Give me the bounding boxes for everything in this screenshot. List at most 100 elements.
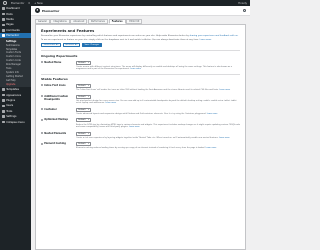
intro-paragraph-2: To use an experiment or feature on your … bbox=[41, 38, 212, 41]
ongoing-experiments-list: Nested Menu Default ▾ Create menus with dif… bbox=[41, 60, 240, 71]
feature-label: Additional Custom Breakpoints bbox=[41, 95, 73, 105]
pages-icon bbox=[2, 23, 5, 27]
page-title: Experiments and Features bbox=[41, 28, 95, 33]
feature-learn-more-link[interactable]: Learn more bbox=[105, 102, 116, 104]
feature-field: Default ▾ Create advanced layouts and resp… bbox=[76, 107, 240, 116]
feature-state-value: Default bbox=[78, 61, 86, 64]
feature-row-container: Container Default ▾ Create advanced layouts… bbox=[41, 107, 240, 116]
help-icon[interactable] bbox=[41, 131, 44, 135]
feature-name: Inline Font Icons bbox=[44, 83, 66, 87]
feature-name: Nested Menu bbox=[44, 60, 62, 64]
feature-description-text: The 'Inline Font Icons' will render the … bbox=[76, 89, 219, 92]
feature-learn-more-link[interactable]: Learn more bbox=[206, 147, 217, 149]
elementor-header: E Elementor bbox=[31, 6, 250, 16]
sidebar-item-label: Posts bbox=[6, 12, 13, 16]
admin-bar-new[interactable]: + New bbox=[34, 2, 43, 5]
bulk-actions: Deactivate All Activate All Save Changes bbox=[41, 43, 240, 48]
help-icon[interactable] bbox=[41, 94, 44, 98]
learn-more-link[interactable]: Learn more bbox=[200, 39, 212, 41]
collapse-menu-icon bbox=[2, 120, 5, 124]
divider bbox=[41, 50, 240, 51]
chevron-down-icon: ▾ bbox=[88, 143, 89, 146]
feature-state-select[interactable]: Default ▾ bbox=[76, 107, 91, 112]
feature-label: Inline Font Icons bbox=[41, 84, 73, 92]
help-icon[interactable] bbox=[41, 142, 44, 145]
divider bbox=[41, 73, 240, 75]
sidebar-item-label: Settings bbox=[6, 115, 17, 119]
feature-state-select[interactable]: Default ▾ bbox=[76, 60, 91, 65]
chevron-down-icon: ▾ bbox=[88, 119, 89, 122]
feature-field: Default ▾ Create menus with different cont… bbox=[76, 60, 240, 71]
admin-bar-site-name[interactable]: Elementor bbox=[11, 2, 24, 5]
stable-features-title: Stable Features bbox=[41, 77, 68, 82]
elementor-submenu: Settings Submissions Templates Custom Fonts… bbox=[0, 38, 31, 88]
feature-name: Optimized Markup bbox=[44, 118, 68, 122]
feature-label: Nested Menu bbox=[41, 61, 73, 71]
feature-description: Reduce the DOM size by eliminating HTML … bbox=[76, 124, 240, 129]
feature-state-select[interactable]: Default ▾ bbox=[76, 94, 91, 99]
chevron-down-icon: ▾ bbox=[88, 84, 89, 87]
feature-learn-more-link[interactable]: Learn more bbox=[130, 68, 141, 70]
plugins-icon bbox=[2, 99, 5, 102]
feature-description-text: Elements caching reduces loading times b… bbox=[76, 147, 205, 150]
save-changes-button[interactable]: Save Changes bbox=[81, 43, 103, 48]
sidebar-item-collapse-menu[interactable]: Collapse menu bbox=[0, 119, 31, 124]
feature-field: Default ▾ Reduce the DOM size by eliminati… bbox=[76, 118, 240, 128]
sidebar-item-label: Plugins bbox=[6, 99, 16, 102]
sidebar-item-label: Users bbox=[6, 104, 14, 108]
chevron-down-icon: ▾ bbox=[88, 108, 89, 111]
feature-learn-more-link[interactable]: Learn more bbox=[219, 137, 230, 139]
feature-description: Create advanced layouts and responsive d… bbox=[76, 113, 240, 116]
help-icon[interactable] bbox=[41, 60, 44, 64]
feedback-link[interactable]: sharing your experience and feedback wit… bbox=[189, 35, 238, 37]
help-icon[interactable] bbox=[41, 108, 44, 111]
users-icon bbox=[2, 104, 5, 108]
feature-state-select[interactable]: Default ▾ bbox=[76, 131, 91, 136]
dashboard-icon bbox=[2, 7, 5, 10]
deactivate-all-button[interactable]: Deactivate All bbox=[41, 43, 62, 48]
feature-description-text: Create advanced layouts and responsive d… bbox=[76, 112, 207, 115]
features-panel: Experiments and Features Personalize you… bbox=[35, 23, 246, 250]
feature-state-value: Default bbox=[78, 119, 86, 122]
feature-learn-more-link[interactable]: Learn more bbox=[207, 113, 218, 115]
feature-state-select[interactable]: Default ▾ bbox=[76, 142, 91, 147]
feature-row-inline-font-icons: Inline Font Icons Default ▾ The 'Inline Fon… bbox=[41, 83, 240, 92]
feature-name: Additional Custom Breakpoints bbox=[44, 94, 69, 101]
submenu-item-upgrade[interactable]: Upgrade bbox=[0, 82, 31, 86]
feature-field: Default ▾ The 'Inline Font Icons' will ren… bbox=[76, 83, 240, 92]
admin-sidebar: Dashboard Posts Media Pages Comments Elemento… bbox=[0, 6, 31, 250]
feature-field: Default ▾ Get pixel-perfect design for eve… bbox=[76, 94, 240, 105]
feature-state-value: Default bbox=[78, 143, 86, 146]
feature-row-element-caching: Element Caching Default ▾ Elements caching … bbox=[41, 142, 240, 150]
help-icon[interactable] bbox=[41, 84, 44, 87]
feature-name: Nested Elements bbox=[44, 131, 67, 135]
feature-description-text: Create menus with different content stru… bbox=[76, 65, 232, 71]
help-icon[interactable] bbox=[41, 118, 44, 121]
notifications-icon[interactable] bbox=[243, 9, 246, 12]
feature-state-select[interactable]: Default ▾ bbox=[76, 83, 91, 88]
chevron-down-icon: ▾ bbox=[88, 132, 89, 135]
templates-icon bbox=[2, 88, 5, 92]
elementor-header-title: Elementor bbox=[42, 8, 60, 13]
admin-bar-greeting[interactable]: Howdy bbox=[238, 2, 247, 5]
stable-features-list: Inline Font Icons Default ▾ The 'Inline Fon… bbox=[41, 83, 240, 150]
sidebar-item-label: Tools bbox=[6, 109, 13, 113]
activate-all-button[interactable]: Activate All bbox=[62, 43, 81, 48]
posts-icon bbox=[2, 12, 5, 16]
feature-field: Default ▾ Create a rich user experience by… bbox=[76, 131, 240, 140]
sidebar-item-label: Templates bbox=[6, 88, 19, 92]
admin-bar-comments[interactable]: 0 bbox=[28, 2, 30, 5]
feature-state-value: Default bbox=[78, 95, 86, 98]
media-icon bbox=[2, 18, 5, 21]
feature-field: Default ▾ Elements caching reduces loading… bbox=[76, 142, 240, 150]
wordpress-logo-icon[interactable] bbox=[3, 1, 7, 5]
feature-learn-more-link[interactable]: Learn more bbox=[129, 126, 140, 128]
feature-state-select[interactable]: Default ▾ bbox=[76, 118, 91, 123]
elementor-logo-icon: E bbox=[35, 8, 40, 13]
feature-learn-more-link[interactable]: Learn more bbox=[219, 89, 230, 91]
sidebar-item-label: Pages bbox=[6, 23, 14, 27]
sidebar-item-label: Dashboard bbox=[6, 7, 20, 11]
tools-icon bbox=[2, 109, 5, 113]
feature-label: Nested Elements bbox=[41, 132, 73, 140]
feature-description-text: Get pixel-perfect design for every scree… bbox=[76, 99, 237, 105]
